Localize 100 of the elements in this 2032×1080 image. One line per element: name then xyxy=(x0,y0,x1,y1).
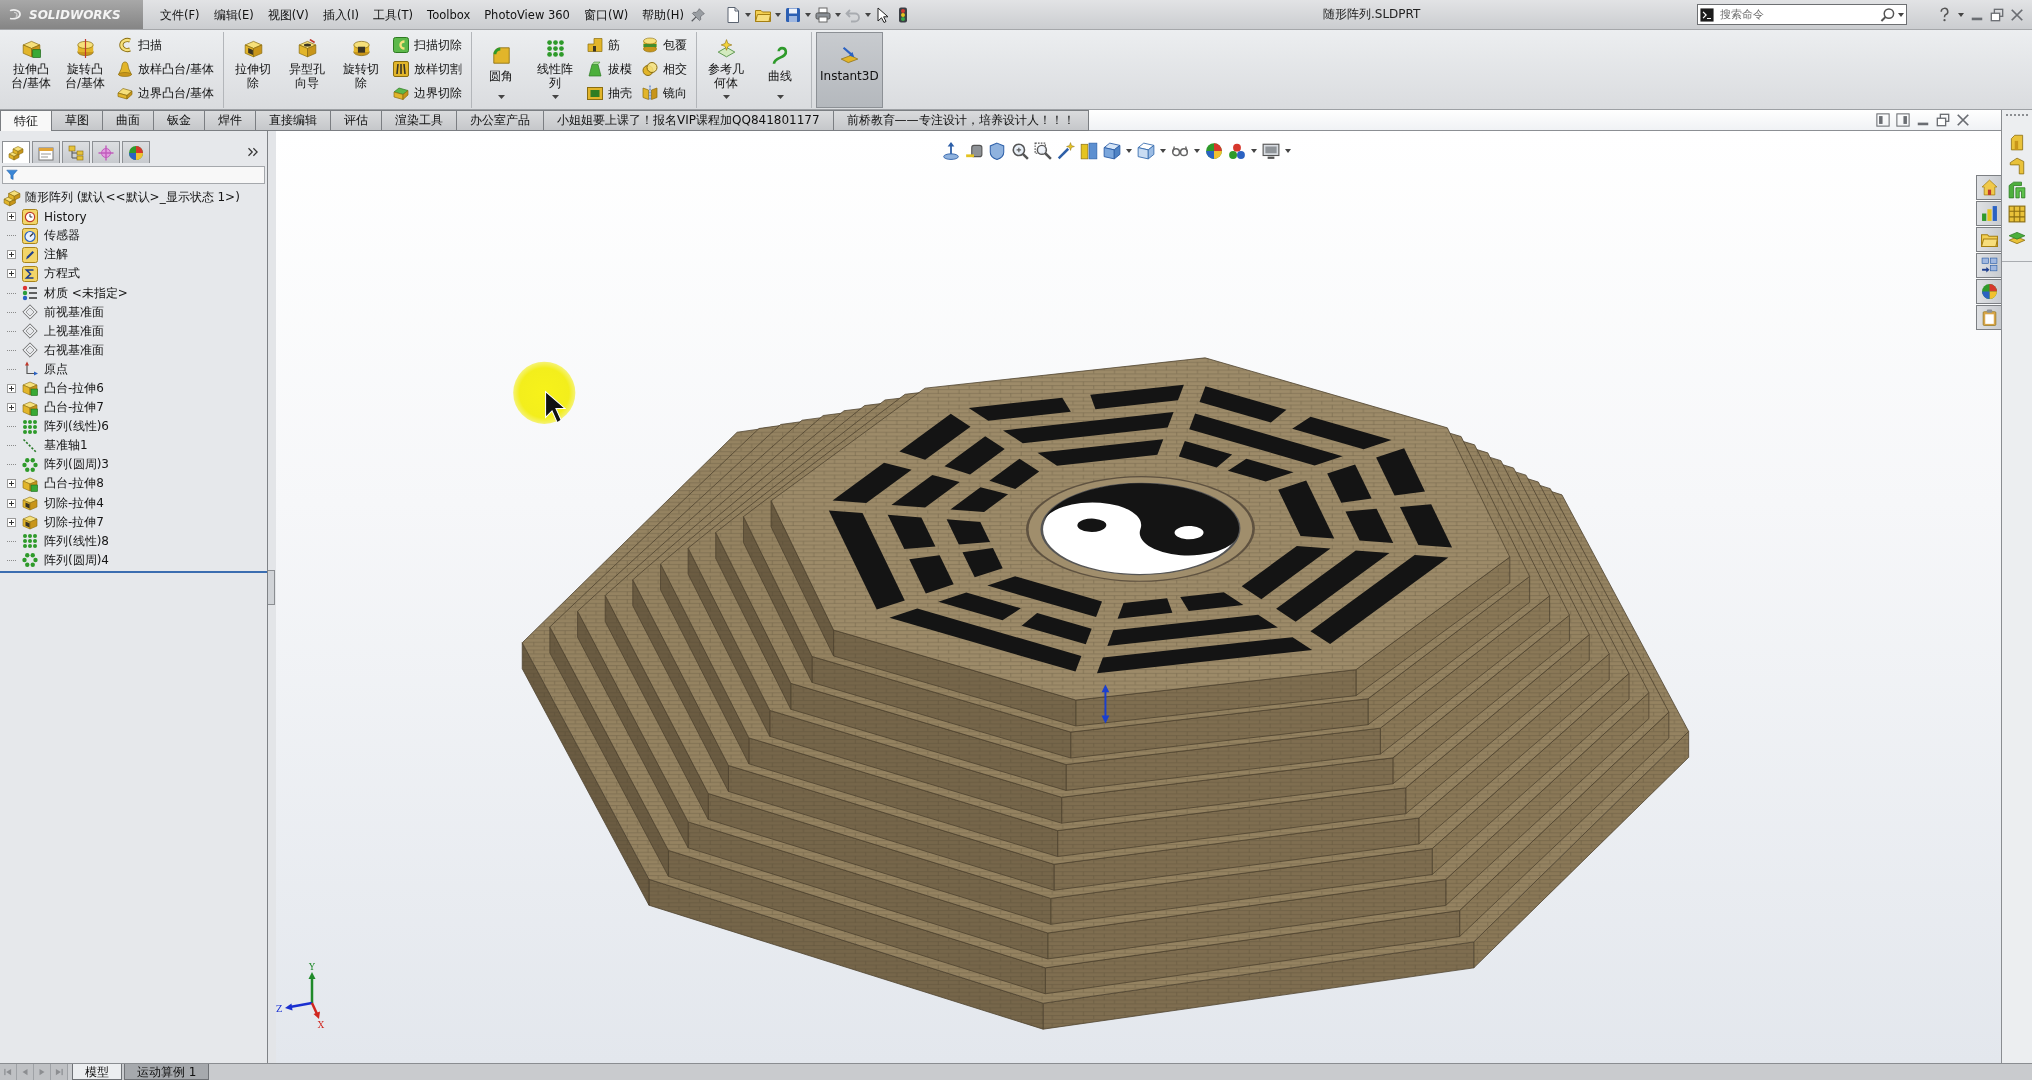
search-icon[interactable] xyxy=(1880,7,1895,22)
grid-tile-icon[interactable] xyxy=(2008,205,2026,223)
ribbon-button[interactable]: 旋转凸台/基体 xyxy=(60,32,110,108)
tree-item[interactable]: 右视基准面 xyxy=(0,340,267,360)
tree-item[interactable]: History xyxy=(0,207,267,227)
light-cube-icon[interactable] xyxy=(1137,142,1155,160)
menu-item[interactable]: 视图(V) xyxy=(260,0,316,29)
tree-item[interactable]: 阵列(线性)8 xyxy=(0,531,267,551)
tree-item[interactable]: 凸台-拉伸6 xyxy=(0,378,267,399)
command-tab[interactable]: 钣金 xyxy=(153,110,205,131)
close-icon[interactable] xyxy=(1956,113,1970,127)
command-tab[interactable]: 渲染工具 xyxy=(381,110,457,131)
tree-item[interactable]: 阵列(圆周)3 xyxy=(0,455,267,475)
expand-icon[interactable] xyxy=(7,517,16,527)
command-tab[interactable]: 前桥教育——专注设计，培养设计人！！！ xyxy=(832,110,1089,131)
caret-icon[interactable] xyxy=(1285,149,1291,153)
menu-item[interactable]: 帮助(H) xyxy=(635,0,691,29)
expand-icon[interactable] xyxy=(7,403,16,413)
tree-item[interactable]: 阵列(线性)6 xyxy=(0,417,267,437)
balls-icon[interactable] xyxy=(1228,142,1246,160)
caret-icon[interactable] xyxy=(744,12,751,17)
caret-icon[interactable] xyxy=(776,95,784,99)
expand-icon[interactable] xyxy=(7,479,16,489)
tree-item[interactable]: 切除-拉伸4 xyxy=(0,493,267,513)
tree-item[interactable]: 凸台-拉伸8 xyxy=(0,474,267,494)
printer-icon[interactable] xyxy=(814,6,831,23)
monitor-icon[interactable] xyxy=(1262,142,1280,160)
bottom-tab[interactable]: 运动算例 1 xyxy=(124,1064,210,1080)
panel-tab[interactable] xyxy=(32,141,60,163)
filter-field[interactable] xyxy=(2,166,265,184)
bottom-tab[interactable]: 模型 xyxy=(72,1064,122,1080)
split-block-icon[interactable] xyxy=(1080,142,1098,160)
ribbon-button[interactable]: 拔模 xyxy=(584,58,636,80)
restore-icon[interactable] xyxy=(1936,113,1950,127)
expand-icon[interactable] xyxy=(7,269,16,279)
tree-item[interactable]: 方程式 xyxy=(0,264,267,284)
caret-icon[interactable] xyxy=(804,12,811,17)
pointer-icon[interactable] xyxy=(874,6,891,23)
wand-icon[interactable] xyxy=(1057,142,1075,160)
tile-right-icon[interactable] xyxy=(1896,113,1910,127)
ribbon-button[interactable]: 抽壳 xyxy=(584,82,636,104)
cube-icon[interactable] xyxy=(1103,142,1121,160)
menu-item[interactable]: PhotoView 360 xyxy=(477,0,577,29)
menu-item[interactable]: 编辑(E) xyxy=(206,0,261,29)
ribbon-button[interactable]: 曲线 xyxy=(755,32,806,108)
expand-icon[interactable] xyxy=(7,250,16,260)
help-icon[interactable] xyxy=(1937,7,1952,22)
frame-icon[interactable] xyxy=(2008,181,2026,199)
caret-icon[interactable] xyxy=(1898,12,1904,17)
ribbon-button[interactable]: 包覆 xyxy=(639,34,691,56)
corner-icon[interactable] xyxy=(2008,157,2026,175)
ribbon-button[interactable]: 放样切割 xyxy=(390,58,466,80)
caret-icon[interactable] xyxy=(722,95,730,99)
caret-icon[interactable] xyxy=(864,12,871,17)
side-tab[interactable] xyxy=(1976,175,2001,200)
command-tab[interactable]: 直接编辑 xyxy=(255,110,331,131)
ribbon-button[interactable]: 边界切除 xyxy=(390,82,466,104)
menu-item[interactable]: 工具(T) xyxy=(366,0,421,29)
ribbon-button[interactable]: 放样凸台/基体 xyxy=(114,58,218,80)
ribbon-button[interactable]: 拉伸切除 xyxy=(228,32,279,108)
ribbon-button[interactable]: 旋转切除 xyxy=(336,32,387,108)
caret-icon[interactable] xyxy=(1958,12,1964,17)
tree-item[interactable]: 材质 <未指定> xyxy=(0,283,267,303)
caret-icon[interactable] xyxy=(774,12,781,17)
ribbon-button[interactable]: 镜向 xyxy=(639,82,691,104)
menu-item[interactable]: Toolbox xyxy=(420,0,478,29)
document-icon[interactable] xyxy=(724,6,741,23)
caret-icon[interactable] xyxy=(1160,149,1166,153)
caret-icon[interactable] xyxy=(1126,149,1132,153)
side-tab[interactable] xyxy=(1976,279,2001,304)
panel-tab[interactable] xyxy=(122,141,150,163)
caret-icon[interactable] xyxy=(1194,149,1200,153)
ribbon-button[interactable]: Instant3D xyxy=(816,32,883,108)
tree-item[interactable]: 基准轴1 xyxy=(0,436,267,456)
command-tab[interactable]: 评估 xyxy=(330,110,382,131)
command-tab[interactable]: 办公室产品 xyxy=(456,110,544,131)
caret-icon[interactable] xyxy=(834,12,841,17)
close-icon[interactable] xyxy=(2010,7,2024,22)
tree-item[interactable]: 原点 xyxy=(0,359,267,379)
expand-icon[interactable] xyxy=(7,498,16,508)
ribbon-button[interactable]: 参考几何体 xyxy=(701,32,752,108)
ribbon-button[interactable]: 边界凸台/基体 xyxy=(114,82,218,104)
pin-icon[interactable] xyxy=(690,7,705,22)
splitter-handle[interactable] xyxy=(268,570,275,605)
tree-item[interactable]: 注解 xyxy=(0,245,267,265)
caret-icon[interactable] xyxy=(1251,149,1257,153)
double-chevron-icon[interactable] xyxy=(247,146,259,158)
restore-icon[interactable] xyxy=(1990,7,2004,22)
tape-icon[interactable] xyxy=(965,142,983,160)
panel-tab[interactable] xyxy=(92,141,120,163)
tree-item[interactable]: 切除-拉伸7 xyxy=(0,512,267,532)
command-tab[interactable]: 曲面 xyxy=(102,110,154,131)
ribbon-button[interactable]: 圆角 xyxy=(476,32,527,108)
expand-icon[interactable] xyxy=(7,212,16,222)
command-tab[interactable]: 小姐姐要上课了！报名VIP课程加QQ841801177 xyxy=(543,110,834,131)
tree-item[interactable]: 传感器 xyxy=(0,226,267,246)
menu-item[interactable]: 窗口(W) xyxy=(576,0,636,29)
command-tab[interactable]: 草图 xyxy=(51,110,103,131)
side-tab[interactable] xyxy=(1976,227,2001,252)
up-arrow-icon[interactable] xyxy=(942,142,960,160)
